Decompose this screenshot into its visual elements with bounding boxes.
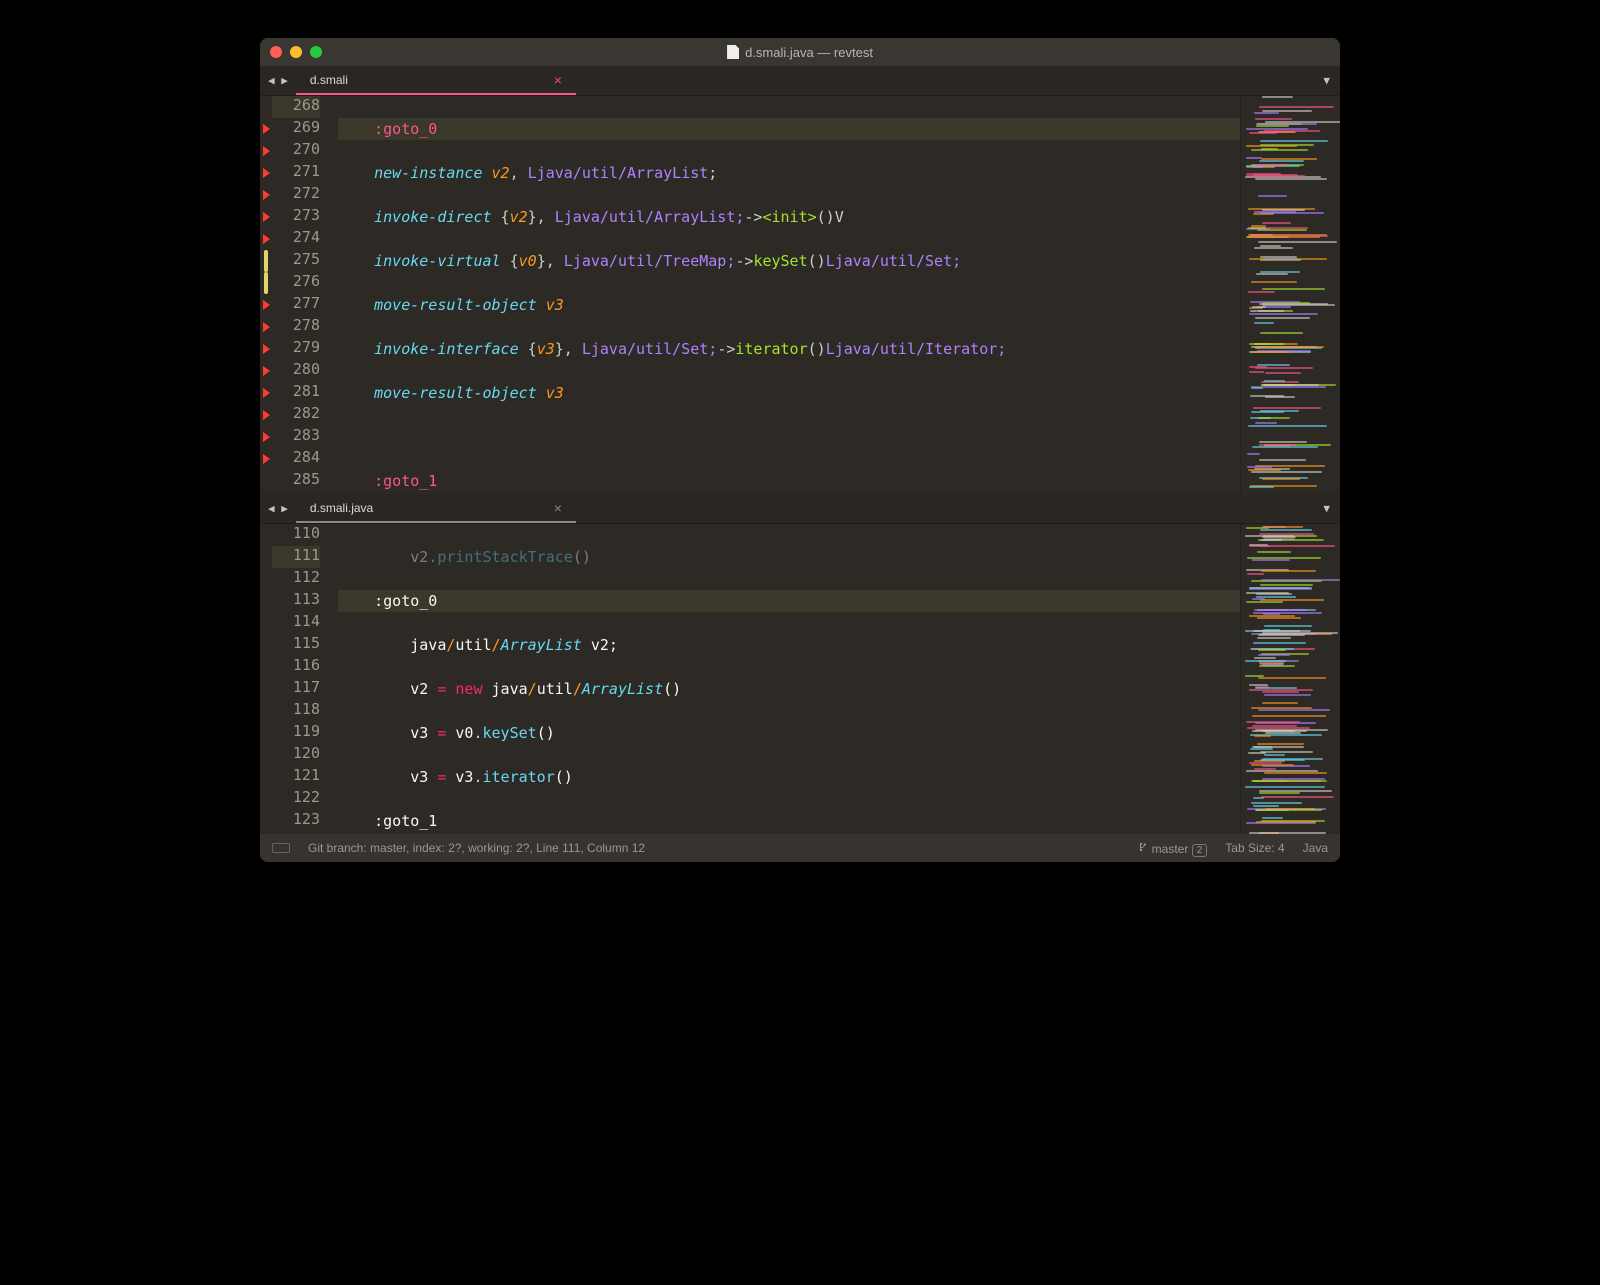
document-icon	[727, 45, 739, 59]
error-marker-icon	[263, 410, 270, 420]
panel-toggle-icon[interactable]	[272, 843, 290, 853]
language-indicator[interactable]: Java	[1303, 841, 1328, 855]
git-branch-icon	[1138, 841, 1148, 853]
tab-label: d.smali	[310, 73, 348, 87]
window-titlebar: d.smali.java — revtest	[260, 38, 1340, 66]
editor-pane-1[interactable]: 2682692702712722732742752762772782792802…	[260, 96, 1340, 494]
label: :goto_1	[374, 472, 437, 490]
git-branch-indicator[interactable]: master 2	[1138, 841, 1207, 856]
tab-size-indicator[interactable]: Tab Size: 4	[1225, 841, 1284, 855]
error-marker-icon	[263, 454, 270, 464]
editor-window: d.smali.java — revtest ◀ ▶ d.smali × ▼	[260, 38, 1340, 862]
status-bar: Git branch: master, index: 2?, working: …	[260, 834, 1340, 862]
nav-back-forward[interactable]: ◀ ▶	[260, 494, 296, 523]
error-marker-icon	[263, 322, 270, 332]
error-marker-icon	[263, 212, 270, 222]
change-marker-icon	[264, 272, 268, 294]
marker-gutter	[260, 524, 272, 834]
chevron-down-icon[interactable]: ▼	[1313, 66, 1340, 95]
minimap[interactable]	[1240, 96, 1340, 494]
line-number-gutter: 1101111121131141151161171181191201211221…	[272, 524, 330, 834]
label: :goto_0	[374, 592, 437, 610]
code-area-2[interactable]: v2.printStackTrace() :goto_0 java/util/A…	[330, 524, 1240, 834]
error-marker-icon	[263, 124, 270, 134]
error-marker-icon	[263, 432, 270, 442]
line-number-gutter: 2682692702712722732742752762772782792802…	[272, 96, 330, 494]
error-marker-icon	[263, 146, 270, 156]
error-marker-icon	[263, 300, 270, 310]
tab-d-smali[interactable]: d.smali ×	[296, 66, 576, 95]
change-marker-icon	[264, 250, 268, 272]
nav-back-forward[interactable]: ◀ ▶	[260, 66, 296, 95]
code-area-1[interactable]: :goto_0 new-instance v2, Ljava/util/Arra…	[330, 96, 1240, 494]
status-left: Git branch: master, index: 2?, working: …	[308, 841, 645, 855]
minimap[interactable]	[1240, 524, 1340, 834]
editor-pane-2[interactable]: 1101111121131141151161171181191201211221…	[260, 524, 1340, 834]
kw: new-instance	[374, 164, 482, 182]
tab-bar-bottom: ◀ ▶ d.smali.java × ▼	[260, 494, 1340, 524]
error-marker-icon	[263, 388, 270, 398]
close-icon[interactable]: ×	[554, 72, 562, 88]
error-marker-icon	[263, 234, 270, 244]
error-marker-icon	[263, 366, 270, 376]
error-marker-icon	[263, 168, 270, 178]
tab-label: d.smali.java	[310, 501, 373, 515]
error-marker-icon	[263, 190, 270, 200]
tab-d-smali-java[interactable]: d.smali.java ×	[296, 494, 576, 523]
label: :goto_0	[374, 120, 437, 138]
marker-gutter	[260, 96, 272, 494]
close-icon[interactable]: ×	[554, 500, 562, 516]
chevron-down-icon[interactable]: ▼	[1313, 494, 1340, 523]
tab-bar-top: ◀ ▶ d.smali × ▼	[260, 66, 1340, 96]
window-title: d.smali.java — revtest	[745, 45, 873, 60]
error-marker-icon	[263, 344, 270, 354]
